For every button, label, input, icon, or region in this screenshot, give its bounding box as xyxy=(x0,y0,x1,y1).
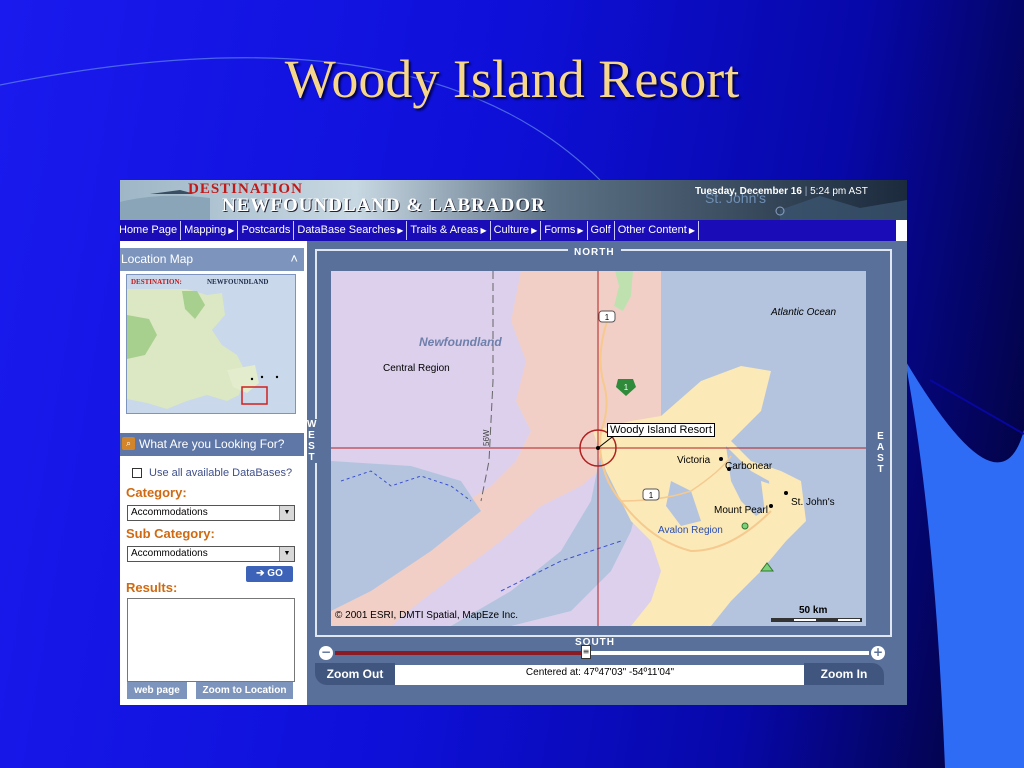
site-banner: St. John's DESTINATION NEWFOUNDLAND & LA… xyxy=(120,180,907,220)
route-1-south: 1 xyxy=(649,491,654,500)
label-st-johns: St. John's xyxy=(791,497,835,508)
location-map-inset[interactable]: DESTINATION: NEWFOUNDLAND xyxy=(126,274,296,414)
nav-label: Other Content xyxy=(617,224,687,236)
nav-label: Trails & Areas xyxy=(410,224,479,236)
nav-culture[interactable]: Culture ▶ xyxy=(491,221,542,240)
map-canvas[interactable]: 1 1 1 56W Atlantic Ocean Newfoundland Ce… xyxy=(331,271,866,626)
caret-right-icon: ▶ xyxy=(688,226,695,235)
category-value: Accommodations xyxy=(131,507,208,518)
caret-right-icon: ▶ xyxy=(531,226,538,235)
nav-golf[interactable]: Golf xyxy=(588,221,615,240)
zoom-to-location-button[interactable]: Zoom to Location xyxy=(196,682,293,699)
pan-west-button[interactable]: WEST xyxy=(307,419,321,463)
use-all-databases-checkbox[interactable] xyxy=(132,468,142,478)
nav-label: Mapping xyxy=(184,224,227,236)
left-panel: Location Map ˄ DESTINATION: NEWFOUNDLAND… xyxy=(120,241,307,705)
nav-label: Golf xyxy=(590,224,611,236)
location-map-graphic: DESTINATION: NEWFOUNDLAND xyxy=(127,275,295,413)
inset-title-red: DESTINATION: xyxy=(131,278,182,286)
main-nav: Home Page Mapping ▶ Postcards DataBase Se… xyxy=(120,220,896,241)
pan-east-label: EAST xyxy=(876,431,886,475)
banner-separator: | xyxy=(804,186,808,197)
search-header: ⌕ What Are you Looking For? xyxy=(120,433,304,456)
search-icon: ⌕ xyxy=(122,437,135,450)
label-newfoundland: Newfoundland xyxy=(419,335,502,349)
use-all-databases-label: Use all available DataBases? xyxy=(149,467,293,479)
pan-south-button[interactable]: SOUTH xyxy=(569,637,621,648)
gridline-label: 56W xyxy=(482,429,491,446)
location-map-title: Location Map xyxy=(121,252,194,266)
map-viewer: NORTH SOUTH WEST EAST 1 1 1 56W Atlantic… xyxy=(307,241,907,705)
centered-at-readout: Centered at: 47º47'03" -54º11'04" xyxy=(525,667,675,678)
subcategory-value: Accommodations xyxy=(131,548,208,559)
zoom-slider-track[interactable] xyxy=(335,651,869,655)
results-label: Results: xyxy=(126,580,178,595)
caret-right-icon: ▶ xyxy=(397,226,404,235)
route-1-north: 1 xyxy=(605,313,610,322)
category-label: Category: xyxy=(126,485,187,500)
nav-mapping[interactable]: Mapping ▶ xyxy=(181,221,239,240)
web-page-button[interactable]: web page xyxy=(127,682,187,699)
go-label: GO xyxy=(267,568,283,579)
arrow-right-icon: ➔ xyxy=(256,568,265,579)
nav-label: DataBase Searches xyxy=(297,224,396,236)
nav-label: Forms xyxy=(544,224,576,236)
banner-date: Tuesday, December 16 xyxy=(695,186,802,197)
nav-label: Postcards xyxy=(241,224,291,236)
inset-title-dark: NEWFOUNDLAND xyxy=(207,278,268,286)
map-graphic: 1 1 1 56W xyxy=(331,271,866,626)
chevron-down-icon[interactable]: ▼ xyxy=(279,547,294,561)
poi-woody-island-resort[interactable]: Woody Island Resort xyxy=(607,423,715,437)
pan-west-label: WEST xyxy=(307,419,318,463)
zoom-in-button[interactable]: Zoom In xyxy=(804,663,884,685)
route-1-green: 1 xyxy=(624,383,629,392)
subcategory-select[interactable]: Accommodations ▼ xyxy=(127,546,295,562)
pan-north-button[interactable]: NORTH xyxy=(568,247,621,258)
brand-logo-bottom[interactable]: NEWFOUNDLAND & LABRADOR xyxy=(222,195,546,217)
zoom-in-icon[interactable]: + xyxy=(871,646,885,660)
banner-datetime: Tuesday, December 16 | 5:24 pm AST xyxy=(695,186,868,197)
banner-time: 5:24 pm AST xyxy=(810,186,868,197)
caret-right-icon: ▶ xyxy=(228,226,235,235)
map-copyright: © 2001 ESRI, DMTI Spatial, MapEze Inc. xyxy=(335,610,518,621)
zoom-slider-handle[interactable]: ≡ xyxy=(580,645,591,659)
pan-east-button[interactable]: EAST xyxy=(876,431,890,475)
caret-right-icon: ▶ xyxy=(480,226,487,235)
go-button[interactable]: ➔ GO xyxy=(246,566,293,582)
nav-other-content[interactable]: Other Content ▶ xyxy=(615,221,699,240)
nav-forms[interactable]: Forms ▶ xyxy=(541,221,588,240)
location-map-header: Location Map ˄ xyxy=(120,248,304,271)
nav-home-page[interactable]: Home Page xyxy=(120,221,182,240)
caret-right-icon: ▶ xyxy=(577,226,584,235)
scale-bar xyxy=(771,618,862,622)
slide-title: Woody Island Resort xyxy=(284,49,740,109)
label-mount-pearl: Mount Pearl xyxy=(714,505,768,516)
zoom-out-button[interactable]: Zoom Out xyxy=(315,663,395,685)
chevron-down-icon[interactable]: ▼ xyxy=(279,506,294,520)
zoom-slider-fill xyxy=(335,651,586,655)
search-title: What Are you Looking For? xyxy=(139,437,285,451)
use-all-databases-row[interactable]: Use all available DataBases? xyxy=(132,467,292,479)
chevron-up-icon[interactable]: ˄ xyxy=(290,247,298,270)
subcategory-label: Sub Category: xyxy=(126,526,215,541)
nav-trails-areas[interactable]: Trails & Areas ▶ xyxy=(407,221,491,240)
results-list[interactable] xyxy=(127,598,295,682)
label-victoria: Victoria xyxy=(677,455,711,466)
label-carbonear: Carbonear xyxy=(725,461,773,472)
zoom-out-icon[interactable]: − xyxy=(319,646,333,660)
web-app-screenshot: St. John's DESTINATION NEWFOUNDLAND & LA… xyxy=(120,180,907,705)
category-select[interactable]: Accommodations ▼ xyxy=(127,505,295,521)
scale-label: 50 km xyxy=(799,605,828,616)
nav-label: Home Page xyxy=(120,224,178,236)
nav-label: Culture xyxy=(493,224,530,236)
nav-database-searches[interactable]: DataBase Searches ▶ xyxy=(294,221,408,240)
label-avalon-region: Avalon Region xyxy=(658,525,723,536)
nav-postcards[interactable]: Postcards xyxy=(238,221,295,240)
label-atlantic-ocean: Atlantic Ocean xyxy=(771,307,837,318)
label-central-region: Central Region xyxy=(383,363,450,374)
